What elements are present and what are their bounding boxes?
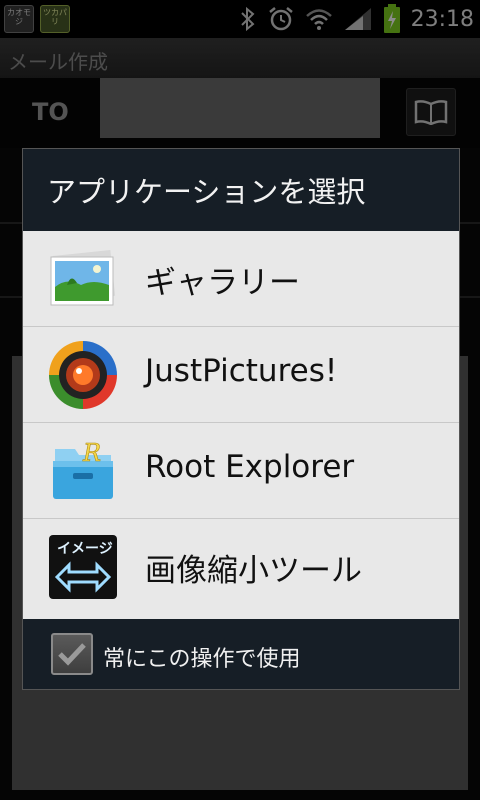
- dialog-title: アプリケーションを選択: [47, 175, 366, 209]
- always-use-label: 常にこの操作で使用: [103, 647, 301, 672]
- app-item-root-explorer[interactable]: R Root Explorer: [23, 423, 459, 519]
- dialog-footer: 常にこの操作で使用: [23, 619, 459, 689]
- app-item-gallery[interactable]: ギャラリー: [23, 231, 459, 327]
- checkmark-icon: [58, 643, 86, 666]
- justpictures-icon: [47, 339, 119, 411]
- image-resize-icon-text: イメージ: [57, 541, 113, 557]
- app-label-justpictures: JustPictures!: [145, 353, 338, 389]
- app-item-justpictures[interactable]: JustPictures!: [23, 327, 459, 423]
- always-use-checkbox[interactable]: [51, 633, 93, 675]
- root-explorer-icon: R: [47, 435, 119, 507]
- app-chooser-dialog: アプリケーションを選択 ギャラリー JustPictures! R Root E…: [22, 148, 460, 690]
- gallery-icon: [47, 243, 119, 315]
- app-label-root-explorer: Root Explorer: [145, 449, 355, 485]
- app-label-image-resize: 画像縮小ツール: [145, 553, 362, 589]
- app-item-image-resize[interactable]: イメージ 画像縮小ツール: [23, 519, 459, 615]
- app-label-gallery: ギャラリー: [145, 265, 300, 301]
- svg-text:R: R: [82, 439, 101, 467]
- dialog-header: アプリケーションを選択: [23, 149, 459, 231]
- image-resize-icon: イメージ: [47, 531, 119, 603]
